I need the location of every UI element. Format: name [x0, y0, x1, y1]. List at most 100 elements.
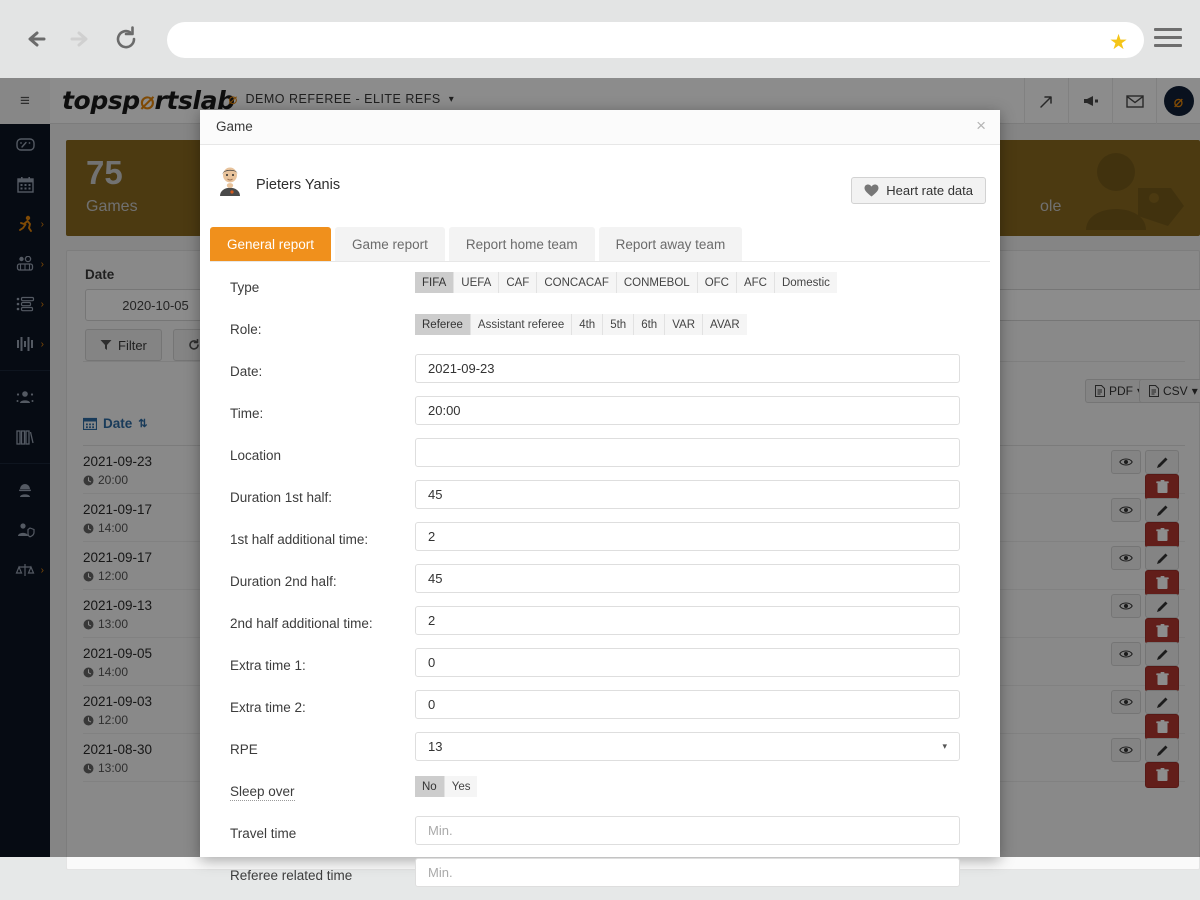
- sleep-over-button-group[interactable]: No Yes: [415, 776, 478, 797]
- browser-url-bar[interactable]: ★: [167, 22, 1144, 58]
- label-additional-first-half: 1st half additional time:: [230, 532, 369, 547]
- label-date: Date:: [230, 364, 263, 379]
- browser-back-button[interactable]: [18, 18, 60, 60]
- browser-chrome: ★: [0, 0, 1200, 78]
- label-time: Time:: [230, 406, 264, 421]
- extra-time-1-input[interactable]: 0: [415, 648, 960, 677]
- label-duration-first-half: Duration 1st half:: [230, 490, 333, 505]
- tab-report-home-team[interactable]: Report home team: [448, 227, 595, 261]
- person-avatar-icon: [216, 167, 244, 202]
- field-row-extra-time-2: Extra time 2: 0: [200, 690, 1000, 732]
- application-window: ≡ topsp⌀rtslab ⌀ DEMO REFEREE - ELITE RE…: [0, 78, 1200, 887]
- label-rpe: RPE: [230, 742, 258, 757]
- chevron-down-icon: ▾: [942, 741, 947, 751]
- field-row-travel-time: Travel time Min.: [200, 816, 1000, 858]
- sleep-over-option-no[interactable]: No: [415, 776, 445, 797]
- type-option-concacaf[interactable]: CONCACAF: [537, 272, 617, 293]
- menu-line: [1154, 44, 1182, 47]
- modal-header: Game ×: [200, 110, 1000, 145]
- browser-reload-button[interactable]: [105, 18, 147, 60]
- label-type: Type: [230, 280, 260, 295]
- role-option-6th[interactable]: 6th: [634, 314, 666, 335]
- tab-label: Report home team: [465, 236, 578, 252]
- type-option-uefa[interactable]: UEFA: [454, 272, 500, 293]
- travel-time-input[interactable]: Min.: [415, 816, 960, 845]
- tab-report-away-team[interactable]: Report away team: [598, 227, 743, 261]
- modal-title: Game: [216, 119, 253, 134]
- field-row-duration-first-half: Duration 1st half: 45: [200, 480, 1000, 522]
- tab-label: General report: [227, 236, 315, 252]
- extra-time-2-input[interactable]: 0: [415, 690, 960, 719]
- location-input[interactable]: [415, 438, 960, 467]
- tab-underline: [210, 261, 990, 262]
- menu-line: [1154, 28, 1182, 31]
- modal-tabs: General report Game report Report home tea…: [210, 227, 743, 261]
- arrow-left-icon: [28, 31, 46, 47]
- role-option-assistant-referee[interactable]: Assistant referee: [470, 314, 573, 335]
- referee-related-time-input[interactable]: Min.: [415, 858, 960, 887]
- tab-label: Game report: [352, 236, 428, 252]
- person-name: Pieters Yanis: [256, 176, 341, 193]
- type-option-caf[interactable]: CAF: [499, 272, 538, 293]
- close-icon[interactable]: ×: [976, 116, 986, 136]
- tab-general-report[interactable]: General report: [210, 227, 332, 261]
- label-sleep-over: Sleep over: [230, 784, 295, 801]
- type-option-afc[interactable]: AFC: [736, 272, 775, 293]
- heart-rate-data-button[interactable]: Heart rate data: [851, 177, 986, 204]
- field-row-type: Type FIFA UEFA CAF CONCACAF CONMEBOL OFC AFC Do…: [200, 270, 1000, 312]
- tab-game-report[interactable]: Game report: [335, 227, 445, 261]
- role-button-group[interactable]: Referee Assistant referee 4th 5th 6th VAR AVAR: [415, 314, 747, 335]
- field-row-additional-first-half: 1st half additional time: 2: [200, 522, 1000, 564]
- arrow-right-icon: [70, 31, 88, 47]
- role-option-var[interactable]: VAR: [665, 314, 704, 335]
- role-option-5th[interactable]: 5th: [603, 314, 635, 335]
- label-additional-second-half: 2nd half additional time:: [230, 616, 373, 631]
- time-input[interactable]: 20:00: [415, 396, 960, 425]
- role-option-avar[interactable]: AVAR: [703, 314, 747, 335]
- label-travel-time: Travel time: [230, 826, 297, 841]
- role-option-referee[interactable]: Referee: [415, 314, 471, 335]
- field-row-time: Time: 20:00: [200, 396, 1000, 438]
- field-row-referee-related-time: Referee related time Min.: [200, 858, 1000, 900]
- browser-menu-button[interactable]: [1154, 28, 1182, 52]
- type-option-fifa[interactable]: FIFA: [415, 272, 455, 293]
- person-row: Pieters Yanis: [216, 167, 340, 202]
- field-row-date: Date: 2021-09-23: [200, 354, 1000, 396]
- role-option-4th[interactable]: 4th: [572, 314, 604, 335]
- heart-icon: [864, 184, 879, 197]
- label-extra-time-2: Extra time 2:: [230, 700, 306, 715]
- field-row-rpe: RPE 13 ▾: [200, 732, 1000, 774]
- star-icon[interactable]: ★: [1109, 30, 1128, 55]
- tab-label: Report away team: [615, 236, 726, 252]
- type-option-conmebol[interactable]: CONMEBOL: [616, 272, 698, 293]
- date-input[interactable]: 2021-09-23: [415, 354, 960, 383]
- label-referee-related-time: Referee related time: [230, 868, 353, 883]
- label-duration-second-half: Duration 2nd half:: [230, 574, 337, 589]
- rpe-selected-value: 13: [428, 739, 443, 754]
- additional-second-half-input[interactable]: 2: [415, 606, 960, 635]
- type-option-domestic[interactable]: Domestic: [774, 272, 837, 293]
- rpe-select[interactable]: 13 ▾: [415, 732, 960, 761]
- duration-second-half-input[interactable]: 45: [415, 564, 960, 593]
- additional-first-half-input[interactable]: 2: [415, 522, 960, 551]
- field-row-extra-time-1: Extra time 1: 0: [200, 648, 1000, 690]
- duration-first-half-input[interactable]: 45: [415, 480, 960, 509]
- field-row-additional-second-half: 2nd half additional time: 2: [200, 606, 1000, 648]
- label-extra-time-1: Extra time 1:: [230, 658, 306, 673]
- modal-body: Pieters Yanis Heart rate data General re…: [200, 145, 1000, 887]
- label-role: Role:: [230, 322, 262, 337]
- type-option-ofc[interactable]: OFC: [697, 272, 737, 293]
- label-location: Location: [230, 448, 282, 463]
- game-modal: Game × Pieters Yanis Heart rate data Gen…: [200, 110, 1000, 887]
- browser-forward-button[interactable]: [58, 18, 100, 60]
- general-report-form: Type FIFA UEFA CAF CONCACAF CONMEBOL OFC AFC Do…: [200, 270, 1000, 900]
- type-button-group[interactable]: FIFA UEFA CAF CONCACAF CONMEBOL OFC AFC Domesti…: [415, 272, 837, 293]
- heart-rate-data-label: Heart rate data: [886, 183, 973, 198]
- field-row-duration-second-half: Duration 2nd half: 45: [200, 564, 1000, 606]
- field-row-sleep-over: Sleep over No Yes: [200, 774, 1000, 816]
- reload-icon: [116, 26, 136, 49]
- field-row-location: Location: [200, 438, 1000, 480]
- sleep-over-option-yes[interactable]: Yes: [444, 776, 478, 797]
- field-row-role: Role: Referee Assistant referee 4th 5th 6th V…: [200, 312, 1000, 354]
- menu-line: [1154, 36, 1182, 39]
